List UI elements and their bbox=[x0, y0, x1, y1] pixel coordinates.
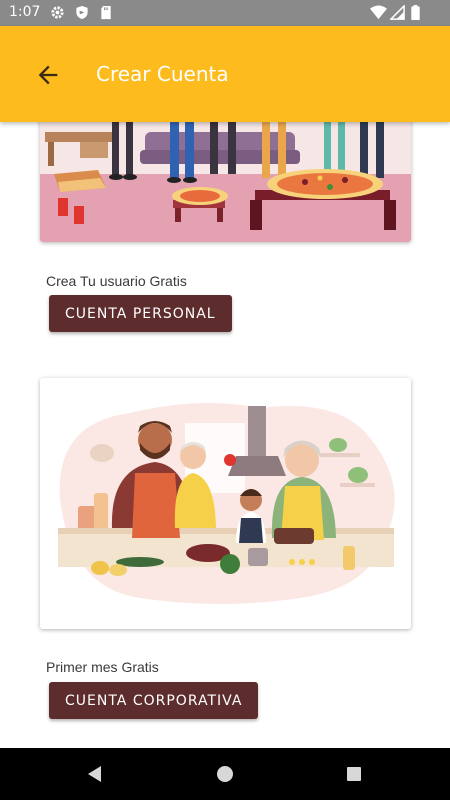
app-bar: Crear Cuenta bbox=[0, 26, 450, 122]
battery-icon bbox=[411, 5, 420, 20]
illustration-family-cooking bbox=[40, 378, 411, 629]
back-triangle-icon[interactable] bbox=[83, 762, 107, 786]
corporate-account-button[interactable]: CUENTA CORPORATIVA bbox=[49, 682, 259, 719]
image-card-corporate bbox=[40, 378, 411, 629]
shield-icon bbox=[76, 5, 88, 20]
status-bar: 1:07 bbox=[0, 0, 450, 26]
status-time: 1:07 bbox=[9, 4, 41, 20]
home-circle-icon[interactable] bbox=[213, 762, 237, 786]
personal-account-button[interactable]: CUENTA PERSONAL bbox=[49, 295, 232, 332]
image-card-personal bbox=[40, 122, 411, 242]
gear-icon bbox=[51, 6, 64, 19]
sd-card-icon bbox=[101, 5, 111, 20]
illustration-pizza-party bbox=[40, 122, 411, 242]
system-nav-bar bbox=[0, 748, 450, 800]
recents-square-icon[interactable] bbox=[342, 762, 366, 786]
scroll-content[interactable]: Crea Tu usuario Gratis CUENTA PERSONAL P… bbox=[0, 122, 450, 748]
page-title: Crear Cuenta bbox=[96, 62, 229, 86]
caption-corporate: Primer mes Gratis bbox=[46, 659, 159, 675]
signal-icon bbox=[390, 5, 405, 20]
caption-personal: Crea Tu usuario Gratis bbox=[46, 273, 187, 289]
arrow-back-icon[interactable] bbox=[34, 61, 62, 89]
wifi-icon bbox=[370, 5, 387, 20]
